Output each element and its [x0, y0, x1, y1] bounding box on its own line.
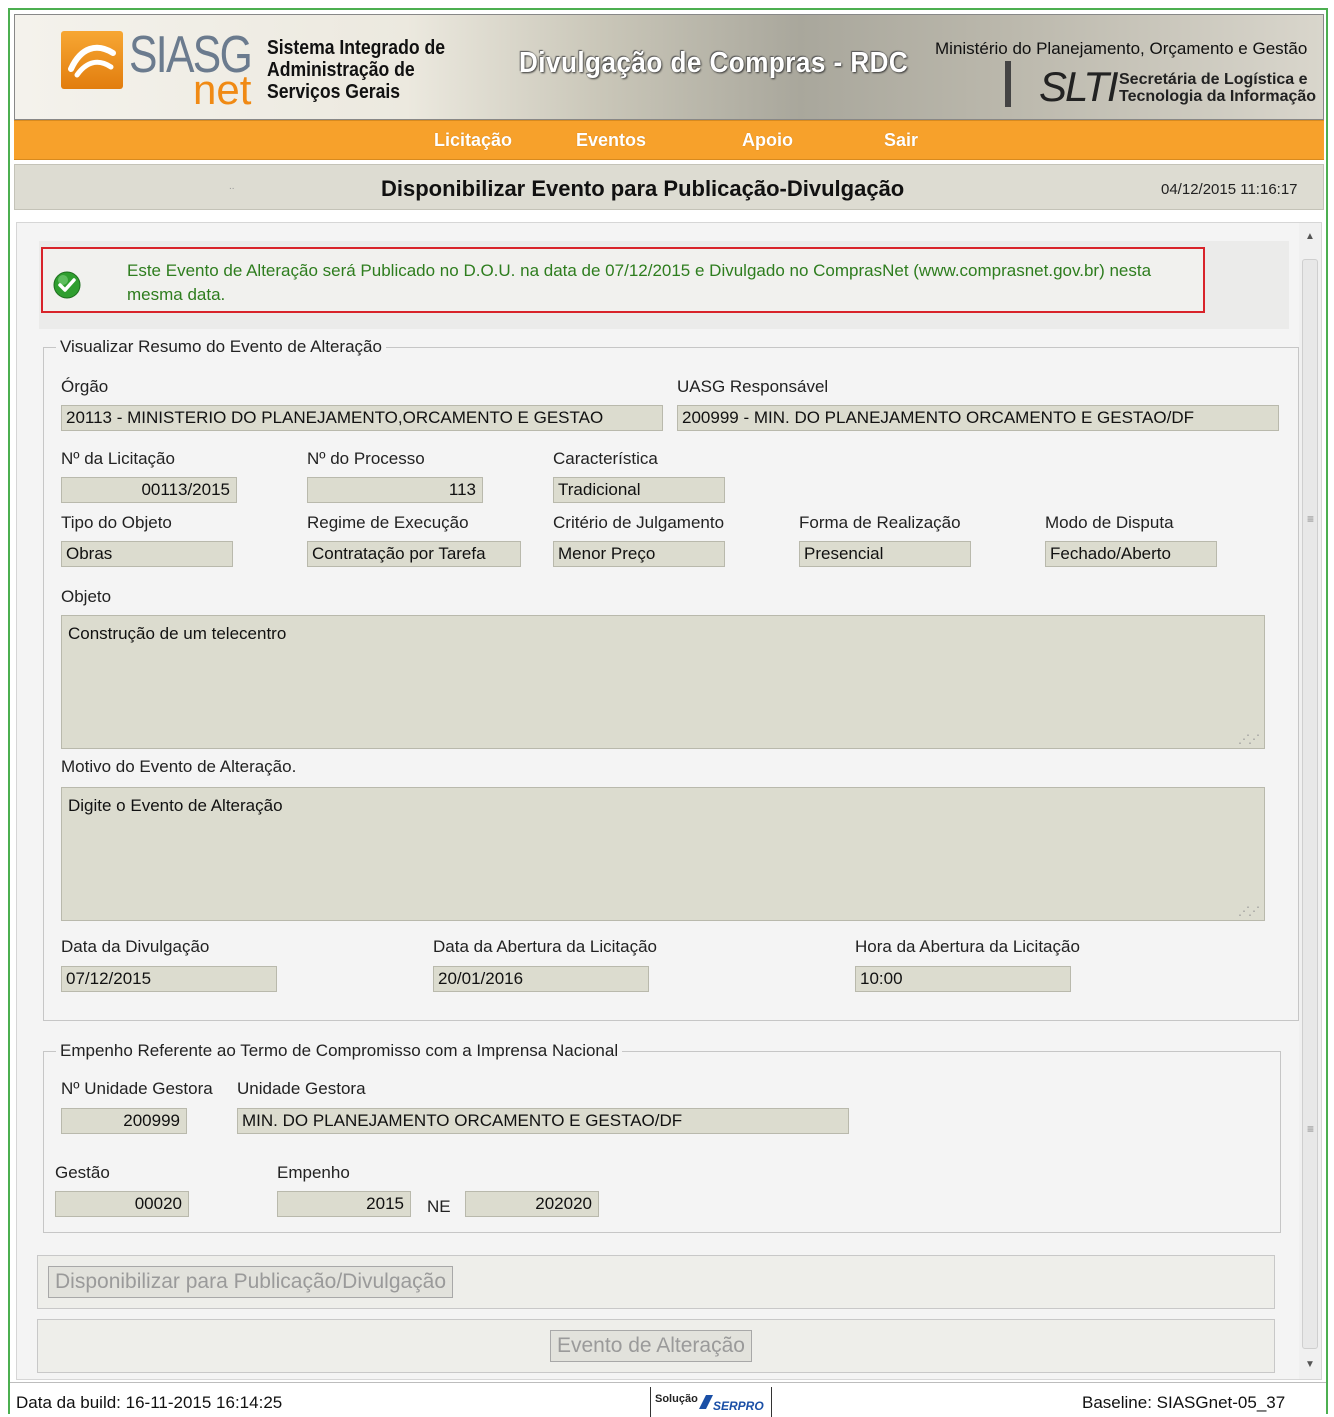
button-row-1: Disponibilizar para Publicação/Divulgaçã…	[37, 1255, 1275, 1309]
ug-num-field[interactable]: 200999	[61, 1108, 187, 1134]
ug-label: Unidade Gestora	[237, 1079, 366, 1098]
tipo-objeto-label: Tipo do Objeto	[61, 513, 172, 532]
logo-net-text: net	[193, 66, 252, 113]
empenho-fieldset: Empenho Referente ao Termo de Compromiss…	[43, 1041, 1281, 1233]
motivo-label: Motivo do Evento de Alteração.	[61, 757, 297, 776]
modo-label: Modo de Disputa	[1045, 513, 1174, 532]
slti-subtitle-line: Tecnologia da Informação	[1119, 88, 1317, 105]
nav-item-apoio[interactable]: Apoio	[742, 130, 793, 151]
content-panel: Este Evento de Alteração será Publicado …	[16, 222, 1322, 1380]
slti-subtitle: Secretária de Logística e Tecnologia da …	[1119, 71, 1316, 105]
title-dots: ..	[229, 181, 235, 192]
hora-abertura-label: Hora da Abertura da Licitação	[855, 937, 1080, 956]
objeto-textarea[interactable]: Construção de um telecentro ⋰⋰	[61, 615, 1265, 749]
processo-field[interactable]: 113	[307, 477, 483, 503]
current-datetime: 04/12/2015 11:16:17	[1161, 181, 1298, 198]
forma-label: Forma de Realização	[799, 513, 961, 532]
modo-field[interactable]: Fechado/Aberto	[1045, 541, 1217, 567]
build-date: Data da build: 16-11-2015 16:14:25	[16, 1393, 283, 1412]
notice-message: Este Evento de Alteração será Publicado …	[41, 247, 1205, 313]
system-name: Sistema Integrado de Administração de Se…	[267, 37, 445, 103]
criterio-field[interactable]: Menor Preço	[553, 541, 725, 567]
empenho-number-field[interactable]: 202020	[465, 1191, 599, 1217]
main-nav: Licitação Eventos Apoio Sair	[14, 120, 1324, 160]
header-banner: SIASG net Sistema Integrado de Administr…	[14, 14, 1324, 120]
data-divulgacao-label: Data da Divulgação	[61, 937, 210, 956]
slti-logo: SLTI	[1039, 63, 1119, 110]
data-abertura-field[interactable]: 20/01/2016	[433, 966, 649, 992]
ministry-name: Ministério do Planejamento, Orçamento e …	[935, 39, 1308, 58]
regime-label: Regime de Execução	[307, 513, 469, 532]
caracteristica-field[interactable]: Tradicional	[553, 477, 725, 503]
summary-legend: Visualizar Resumo do Evento de Alteração	[60, 337, 382, 356]
scroll-grip-icon: ≡	[1307, 1122, 1315, 1136]
orgao-field[interactable]: 20113 - MINISTERIO DO PLANEJAMENTO,ORCAM…	[61, 405, 663, 431]
nav-item-eventos[interactable]: Eventos	[576, 130, 646, 151]
scroll-grip-icon: ≡	[1307, 512, 1315, 526]
system-name-line: Serviços Gerais	[267, 81, 401, 103]
gestao-label: Gestão	[55, 1163, 110, 1182]
ug-field[interactable]: MIN. DO PLANEJAMENTO ORCAMENTO E GESTAO/…	[237, 1108, 849, 1134]
ug-num-label: Nº Unidade Gestora	[61, 1079, 213, 1098]
empenho-label: Empenho	[277, 1163, 350, 1182]
system-name-line: Administração de	[267, 59, 415, 81]
resize-grip-icon[interactable]: ⋰⋰	[1238, 732, 1260, 746]
slti-logo-bar-icon	[1005, 61, 1011, 107]
slti-subtitle-line: Secretária de Logística e	[1119, 71, 1308, 88]
licitacao-label: Nº da Licitação	[61, 449, 175, 468]
gestao-field[interactable]: 00020	[55, 1191, 189, 1217]
baseline-version: Baseline: SIASGnet-05_37	[1082, 1393, 1286, 1412]
forma-field[interactable]: Presencial	[799, 541, 971, 567]
system-name-line: Sistema Integrado de	[267, 37, 446, 59]
processo-label: Nº do Processo	[307, 449, 425, 468]
tipo-objeto-field[interactable]: Obras	[61, 541, 233, 567]
success-check-icon	[53, 271, 81, 299]
empenho-year-field[interactable]: 2015	[277, 1191, 411, 1217]
hora-abertura-field[interactable]: 10:00	[855, 966, 1071, 992]
banner-title: Divulgação de Compras - RDC	[519, 47, 909, 79]
uasg-label: UASG Responsável	[677, 377, 829, 396]
app-frame: SIASG net Sistema Integrado de Administr…	[8, 8, 1328, 1417]
regime-field[interactable]: Contratação por Tarefa	[307, 541, 521, 567]
button-row-2: Evento de Alteração	[37, 1319, 1275, 1373]
licitacao-field[interactable]: 00113/2015	[61, 477, 237, 503]
empenho-ne-label: NE	[427, 1197, 451, 1216]
serpro-text: SERPRO	[713, 1399, 764, 1413]
caracteristica-label: Característica	[553, 449, 658, 468]
data-abertura-label: Data da Abertura da Licitação	[433, 937, 657, 956]
scroll-down-arrow-icon[interactable]: ▼	[1303, 1359, 1317, 1373]
page-title-bar: .. Disponibilizar Evento para Publicação…	[14, 164, 1324, 210]
resize-grip-icon[interactable]: ⋰⋰	[1238, 904, 1260, 918]
nav-item-licitacao[interactable]: Licitação	[434, 130, 512, 151]
data-divulgacao-field[interactable]: 07/12/2015	[61, 966, 277, 992]
page-title: Disponibilizar Evento para Publicação-Di…	[381, 176, 905, 201]
scroll-up-arrow-icon[interactable]: ▲	[1303, 231, 1317, 245]
motivo-textarea[interactable]: Digite o Evento de Alteração ⋰⋰	[61, 787, 1265, 921]
evento-alteracao-button[interactable]: Evento de Alteração	[550, 1330, 752, 1362]
criterio-label: Critério de Julgamento	[553, 513, 725, 532]
footer: Data da build: 16-11-2015 16:14:25 Soluç…	[10, 1382, 1326, 1417]
solucao-text: Solução	[655, 1393, 698, 1405]
objeto-text: Construção de um telecentro	[68, 624, 287, 643]
disponibilizar-button[interactable]: Disponibilizar para Publicação/Divulgaçã…	[48, 1266, 454, 1298]
siasg-logo-icon	[61, 31, 123, 89]
orgao-label: Órgão	[61, 377, 109, 396]
objeto-label: Objeto	[61, 587, 112, 606]
nav-item-sair[interactable]: Sair	[884, 130, 918, 151]
scroll-thumb[interactable]: ≡ ≡	[1302, 259, 1318, 1349]
uasg-field[interactable]: 200999 - MIN. DO PLANEJAMENTO ORCAMENTO …	[677, 405, 1279, 431]
vertical-scrollbar[interactable]: ▲ ≡ ≡ ▼	[1299, 223, 1321, 1379]
empenho-legend: Empenho Referente ao Termo de Compromiss…	[60, 1041, 619, 1060]
serpro-logo: Solução SERPRO	[650, 1387, 772, 1417]
motivo-text: Digite o Evento de Alteração	[68, 796, 283, 815]
notice-text: Este Evento de Alteração será Publicado …	[127, 261, 1152, 304]
